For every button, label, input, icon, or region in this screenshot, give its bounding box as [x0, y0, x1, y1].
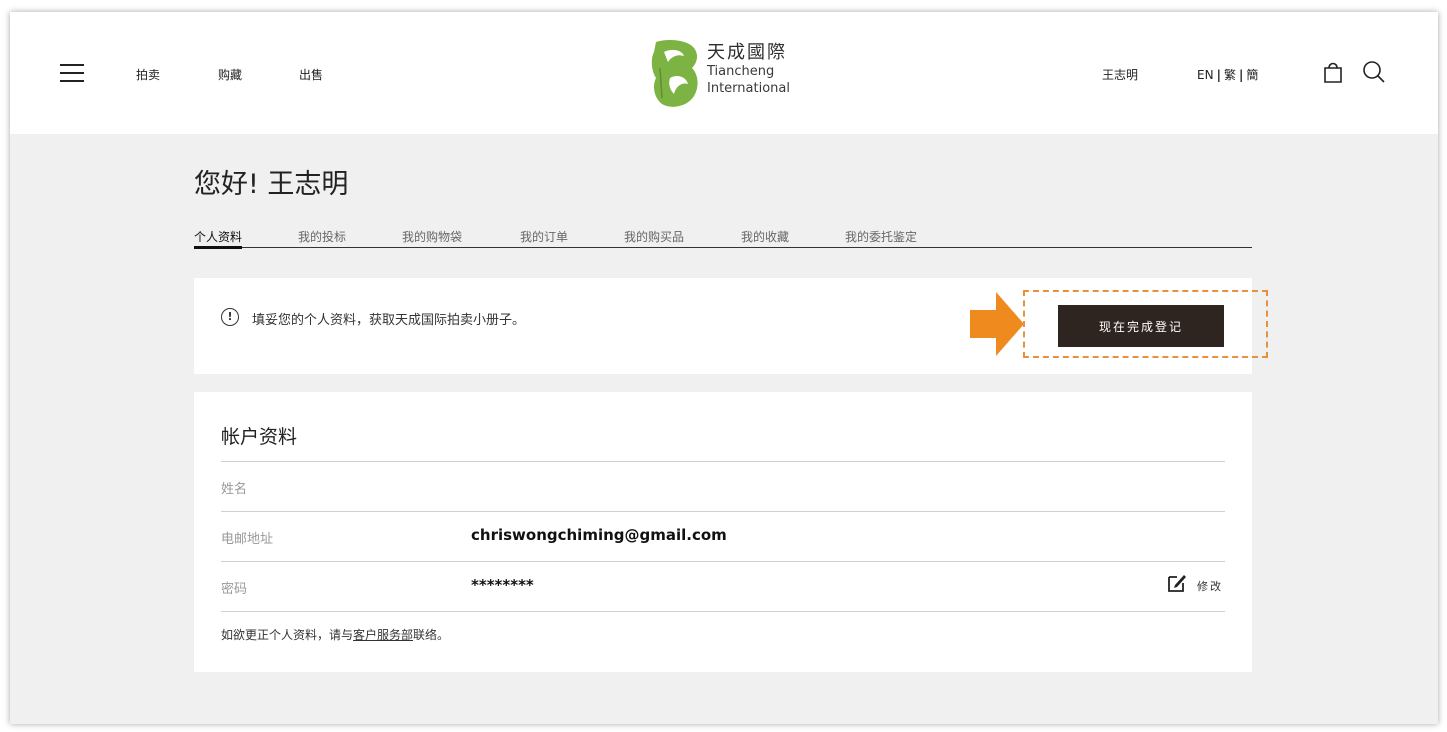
logo-mark-icon: [651, 40, 698, 107]
divider: [221, 461, 1225, 462]
customer-service-link[interactable]: 客户服务部: [353, 628, 413, 642]
divider: [221, 561, 1225, 562]
language-switcher: EN | 繁 | 簡: [1197, 66, 1258, 83]
page-frame: 拍卖 购藏 出售 天成國際 Tiancheng International 王志…: [10, 12, 1438, 724]
tab-shopping-bag[interactable]: 我的购物袋: [402, 228, 462, 245]
menu-icon[interactable]: [60, 64, 86, 84]
arrow-right-icon: [970, 292, 1024, 356]
contact-note-suffix: 联络。: [413, 628, 450, 642]
info-icon: !: [221, 308, 239, 326]
password-value: ********: [471, 576, 534, 594]
email-value: chriswongchiming@gmail.com: [471, 526, 727, 544]
notice-text: 填妥您的个人资料，获取天成国际拍卖小册子。: [252, 313, 526, 328]
lang-separator: |: [1216, 68, 1221, 82]
nav-auction[interactable]: 拍卖: [136, 66, 160, 83]
user-name-link[interactable]: 王志明: [1102, 66, 1138, 83]
highlight-box: [1023, 290, 1268, 358]
page-title: 您好! 王志明: [194, 169, 349, 200]
shopping-bag-icon[interactable]: [1322, 60, 1344, 84]
name-label: 姓名: [221, 482, 248, 497]
password-label: 密码: [221, 582, 248, 597]
tab-my-bids[interactable]: 我的投标: [298, 228, 346, 245]
tab-my-orders[interactable]: 我的订单: [520, 228, 568, 245]
edit-icon[interactable]: [1166, 572, 1188, 594]
tab-my-consignment[interactable]: 我的委托鉴定: [845, 228, 917, 245]
tab-my-purchases[interactable]: 我的购买品: [624, 228, 684, 245]
logo-en-line1: Tiancheng: [707, 64, 775, 79]
account-tabs: 个人资料 我的投标 我的购物袋 我的订单 我的购买品 我的收藏 我的委托鉴定: [194, 224, 1252, 249]
lang-traditional[interactable]: 繁: [1224, 68, 1236, 82]
divider: [221, 611, 1225, 612]
account-info-card: 帐户资料 姓名 电邮地址 chriswongchiming@gmail.com …: [194, 392, 1252, 672]
tab-my-favorites[interactable]: 我的收藏: [741, 228, 789, 245]
contact-note: 如欲更正个人资料，请与客户服务部联络。: [221, 626, 449, 643]
contact-note-prefix: 如欲更正个人资料，请与: [221, 628, 354, 642]
logo-en-line2: International: [707, 81, 790, 96]
lang-en[interactable]: EN: [1197, 68, 1214, 82]
site-header: 拍卖 购藏 出售 天成國際 Tiancheng International 王志…: [10, 12, 1438, 134]
divider: [221, 511, 1225, 512]
tab-profile[interactable]: 个人资料: [194, 228, 243, 249]
lang-simplified[interactable]: 簡: [1246, 68, 1258, 82]
search-icon[interactable]: [1362, 60, 1386, 84]
edit-password-link[interactable]: 修改: [1197, 578, 1223, 594]
lang-separator: |: [1238, 68, 1244, 82]
nav-buy[interactable]: 购藏: [218, 66, 242, 83]
email-label: 电邮地址: [221, 532, 274, 547]
logo-cn-text: 天成國際: [707, 42, 787, 63]
nav-sell[interactable]: 出售: [299, 66, 323, 83]
site-logo[interactable]: 天成國際 Tiancheng International: [650, 38, 810, 110]
account-section-title: 帐户资料: [221, 426, 298, 448]
